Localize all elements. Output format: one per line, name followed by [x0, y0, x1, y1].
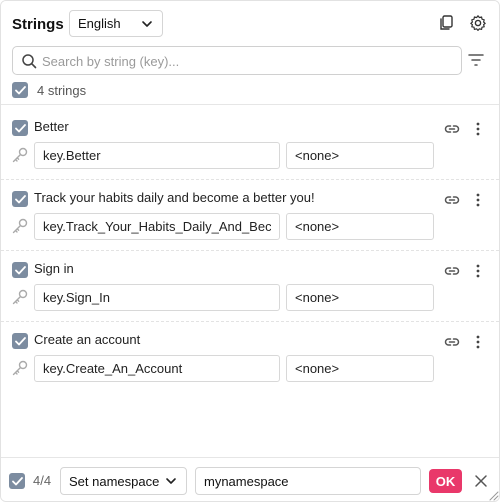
- string-item: Better: [1, 109, 499, 180]
- ok-button[interactable]: OK: [429, 469, 462, 493]
- string-item: Sign in: [1, 251, 499, 322]
- more-vertical-icon[interactable]: [471, 191, 485, 209]
- resize-handle-icon[interactable]: [489, 491, 499, 501]
- search-icon: [22, 54, 37, 69]
- search-box: [12, 46, 462, 75]
- language-select-value: English: [78, 16, 121, 31]
- key-input[interactable]: [34, 213, 280, 240]
- more-vertical-icon[interactable]: [471, 333, 485, 351]
- selected-count: 4/4: [33, 473, 52, 488]
- chevron-down-icon: [166, 478, 176, 484]
- filter-icon[interactable]: [467, 51, 485, 69]
- language-select[interactable]: English: [69, 10, 163, 37]
- key-icon: [12, 289, 28, 305]
- more-vertical-icon[interactable]: [471, 262, 485, 280]
- link-icon[interactable]: [443, 191, 461, 209]
- select-all-row: 4 strings: [12, 82, 86, 98]
- link-icon[interactable]: [443, 120, 461, 138]
- link-icon[interactable]: [443, 333, 461, 351]
- select-all-checkbox[interactable]: [12, 82, 28, 98]
- link-icon[interactable]: [443, 262, 461, 280]
- string-text: Sign in: [34, 261, 74, 276]
- key-input[interactable]: [34, 355, 280, 382]
- bulk-action-select[interactable]: Set namespace: [60, 467, 187, 495]
- string-text: Track your habits daily and become a bet…: [34, 190, 315, 205]
- item-checkbox[interactable]: [12, 120, 28, 136]
- item-checkbox[interactable]: [12, 191, 28, 207]
- string-text: Better: [34, 119, 69, 134]
- close-icon[interactable]: [474, 474, 488, 488]
- namespace-input[interactable]: [286, 284, 434, 311]
- bulk-action-bar: 4/4 Set namespace OK: [1, 457, 499, 501]
- key-icon: [12, 360, 28, 376]
- key-input[interactable]: [34, 284, 280, 311]
- bulk-action-value: Set namespace: [69, 473, 160, 489]
- chevron-down-icon: [142, 21, 152, 27]
- key-icon: [12, 218, 28, 234]
- key-icon: [12, 147, 28, 163]
- namespace-input[interactable]: [286, 213, 434, 240]
- item-checkbox[interactable]: [12, 262, 28, 278]
- panel-title: Strings: [12, 16, 64, 33]
- search-input[interactable]: [42, 52, 452, 70]
- gear-icon[interactable]: [468, 13, 488, 33]
- string-item: Track your habits daily and become a bet…: [1, 180, 499, 251]
- more-vertical-icon[interactable]: [471, 120, 485, 138]
- string-item: Create an account: [1, 322, 499, 393]
- strings-panel: Strings English Search by string (key)..…: [0, 0, 500, 502]
- bulk-select-checkbox[interactable]: [9, 473, 25, 489]
- namespace-input[interactable]: [286, 142, 434, 169]
- item-checkbox[interactable]: [12, 333, 28, 349]
- strings-count: 4 strings: [37, 82, 87, 98]
- string-text: Create an account: [34, 332, 141, 347]
- namespace-input[interactable]: [286, 355, 434, 382]
- key-input[interactable]: [34, 142, 280, 169]
- panel-header: Strings English Search by string (key)..…: [1, 1, 499, 105]
- copy-icon[interactable]: [436, 13, 456, 33]
- namespace-value-input[interactable]: [195, 467, 421, 495]
